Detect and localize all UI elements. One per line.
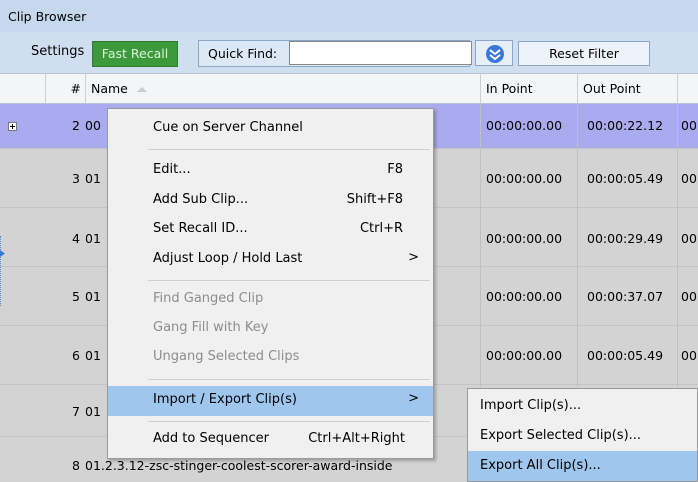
sort-arrow-icon [136,87,147,92]
menu-separator [148,421,430,422]
menu-item-export-all-clips[interactable]: Export All Clip(s)... [468,451,697,481]
menu-item-adjust-loop[interactable]: Adjust Loop / Hold Last > [108,245,433,275]
row-in-point: 00:00:00.00 [486,118,563,133]
menu-item-export-selected-clips[interactable]: Export Selected Clip(s)... [468,421,697,451]
row-name: 01 [85,348,101,363]
row-next: 00 [681,118,697,133]
row-next: 00 [681,231,697,246]
header-number[interactable]: # [45,74,85,103]
row-name: 01.2.3.12-zsc-stinger-coolest-scorer-awa… [85,458,393,473]
menu-shortcut: Ctrl+R [359,221,403,236]
menu-item-label: Add Sub Clip... [153,192,249,207]
row-next: 00 [681,289,697,304]
menu-item-label: Export Selected Clip(s)... [480,428,642,443]
context-menu: Cue on Server Channel Edit... F8 Add Sub… [107,108,434,459]
double-chevron-down-icon [486,45,504,63]
menu-item-gang-fill-with-key[interactable]: Gang Fill with Key [108,314,433,344]
splitter-arrow-icon [0,250,5,257]
row-name: 00 [85,118,101,133]
row-in-point: 00:00:00.00 [486,348,563,363]
menu-item-ungang-selected-clips[interactable]: Ungang Selected Clips [108,343,433,373]
menu-item-label: Adjust Loop / Hold Last [153,251,303,266]
row-out-point: 00:00:05.49 [587,171,664,186]
window-title: Clip Browser [8,9,87,24]
menu-item-label: Add to Sequencer [153,431,269,446]
row-next: 00 [681,348,697,363]
menu-item-label: Export All Clip(s)... [480,458,601,473]
row-name: 01 [85,404,101,419]
row-number: 5 [72,289,80,304]
row-name: 01 [85,231,101,246]
menu-item-cue-on-server-channel[interactable]: Cue on Server Channel [108,114,433,144]
header-in-point[interactable]: In Point [480,74,577,103]
menu-item-label: Find Ganged Clip [153,291,264,306]
reset-filter-button[interactable]: Reset Filter [518,41,650,66]
menu-item-import-export-clips[interactable]: Import / Export Clip(s) > [108,386,433,416]
row-next: 00 [681,171,697,186]
menu-item-label: Cue on Server Channel [153,120,303,135]
row-number: 6 [72,348,80,363]
submenu-arrow-icon: > [408,391,419,406]
row-in-point: 00:00:00.00 [486,231,563,246]
row-number: 3 [72,171,80,186]
menu-shortcut: Shift+F8 [346,192,403,207]
import-export-submenu: Import Clip(s)... Export Selected Clip(s… [467,388,698,482]
column-divider [577,104,578,387]
quick-find-label: Quick Find: [208,46,278,61]
menu-item-label: Edit... [153,162,191,177]
quick-find-input[interactable] [289,41,472,65]
row-in-point: 00:00:00.00 [486,289,563,304]
header-next[interactable] [677,74,698,103]
column-divider [677,104,678,387]
menu-separator [148,149,430,150]
settings-button[interactable]: Settings [31,44,84,59]
menu-item-find-ganged-clip[interactable]: Find Ganged Clip [108,285,433,315]
row-number: 8 [72,458,80,473]
row-in-point: 00:00:00.00 [486,171,563,186]
menu-item-label: Ungang Selected Clips [153,349,300,364]
row-number: 7 [72,404,80,419]
toolbar: Settings Fast Recall Quick Find: Reset F… [0,32,698,73]
submenu-arrow-icon: > [408,250,419,265]
row-number: 4 [72,231,80,246]
filter-dropdown-button[interactable] [475,40,513,66]
row-out-point: 00:00:29.49 [587,231,664,246]
menu-shortcut: F8 [387,162,403,177]
menu-item-label: Gang Fill with Key [153,320,269,335]
expand-plus-icon[interactable] [8,122,17,131]
menu-item-label: Import / Export Clip(s) [153,392,297,407]
menu-item-label: Set Recall ID... [153,221,248,236]
row-out-point: 00:00:37.07 [587,289,664,304]
menu-separator [148,280,430,281]
row-number: 2 [72,118,80,133]
fast-recall-button[interactable]: Fast Recall [92,41,178,67]
menu-item-set-recall-id[interactable]: Set Recall ID... Ctrl+R [108,215,433,245]
row-out-point: 00:00:22.12 [587,118,664,133]
header-name[interactable]: Name [85,74,480,103]
header-out-point[interactable]: Out Point [577,74,677,103]
header-expand [0,74,45,103]
row-name: 01 [85,289,101,304]
menu-item-edit[interactable]: Edit... F8 [108,156,433,186]
menu-shortcut: Ctrl+Alt+Right [308,431,405,446]
splitter-handle[interactable] [0,236,3,306]
menu-separator [148,379,430,380]
title-bar: Clip Browser [0,0,698,32]
menu-item-label: Import Clip(s)... [480,398,582,413]
column-divider [480,104,481,387]
menu-item-add-to-sequencer[interactable]: Add to Sequencer Ctrl+Alt+Right [108,425,433,455]
row-name: 01 [85,171,101,186]
menu-item-import-clips[interactable]: Import Clip(s)... [468,391,697,421]
menu-item-add-sub-clip[interactable]: Add Sub Clip... Shift+F8 [108,186,433,216]
row-out-point: 00:00:05.49 [587,348,664,363]
table-header: # Name In Point Out Point [0,73,698,104]
header-name-label: Name [91,81,128,96]
